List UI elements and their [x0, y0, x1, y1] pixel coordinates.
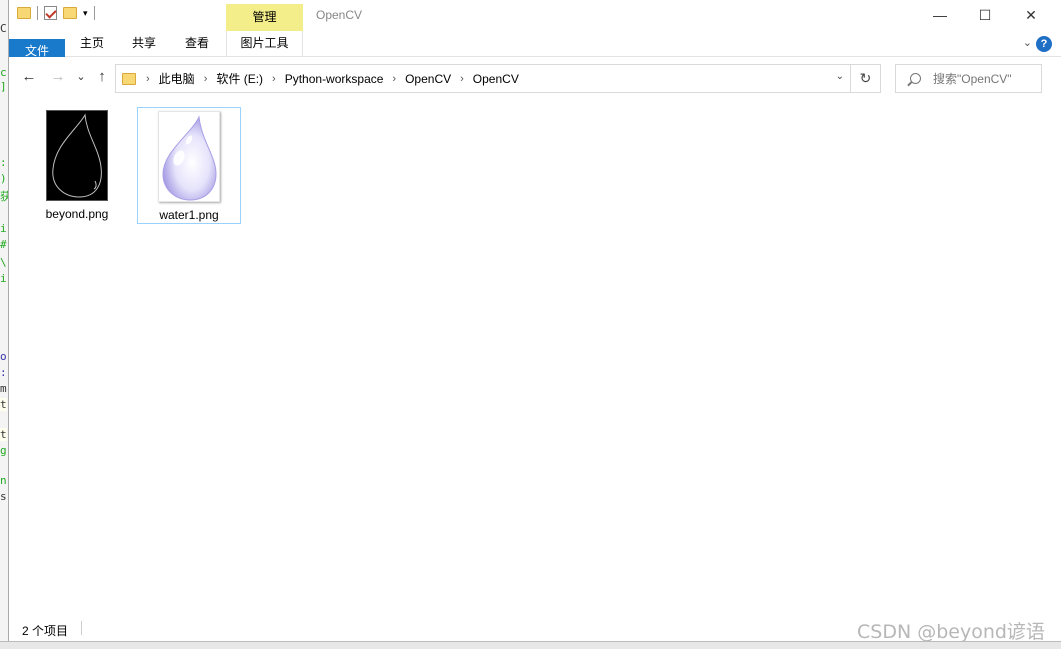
search-placeholder: 搜索"OpenCV"	[933, 72, 1012, 86]
image-thumbnail	[158, 111, 220, 202]
refresh-button[interactable]: ↻	[851, 64, 881, 93]
maximize-button[interactable]: ☐	[962, 4, 1008, 28]
item-count: 2 个项目	[22, 624, 69, 638]
file-list-area[interactable]: beyond.png water1.png	[9, 99, 1061, 612]
search-box[interactable]: 搜索"OpenCV"	[895, 64, 1042, 93]
watermark: CSDN @beyond谚语	[857, 621, 1045, 643]
toolbar-divider	[93, 6, 95, 20]
status-divider	[81, 621, 82, 635]
folder-icon	[122, 72, 136, 85]
breadcrumb-python-workspace[interactable]: Python-workspace	[285, 72, 384, 86]
tab-home[interactable]: 主页	[69, 31, 115, 56]
file-item-water1[interactable]: water1.png	[137, 107, 241, 224]
title-bar: ▾ 管理 OpenCV — ☐ ✕	[9, 0, 1061, 32]
breadcrumb-drive-e[interactable]: 软件 (E:)	[216, 70, 263, 87]
address-history-dropdown-icon[interactable]: ⌄	[836, 71, 844, 82]
chevron-right-icon[interactable]: ›	[272, 73, 276, 85]
navigation-bar: ← → ⌄ ↑ › 此电脑 › 软件 (E:) › Python-workspa…	[9, 57, 1061, 99]
ribbon-tabs: 文件 主页 共享 查看 图片工具 ⌄ ?	[9, 31, 1061, 156]
up-button[interactable]: ↑	[92, 67, 112, 87]
quick-access-toolbar: ▾	[17, 6, 95, 20]
file-name: water1.png	[159, 208, 219, 222]
breadcrumb: › 此电脑 › 软件 (E:) › Python-workspace › Ope…	[146, 70, 519, 87]
chevron-right-icon[interactable]: ›	[204, 73, 208, 85]
new-folder-icon[interactable]	[63, 7, 77, 19]
breadcrumb-opencv[interactable]: OpenCV	[405, 72, 451, 86]
background-taskbar-strip	[0, 641, 1061, 649]
chevron-right-icon[interactable]: ›	[460, 73, 464, 85]
search-icon	[910, 73, 921, 84]
file-explorer-window: ▾ 管理 OpenCV — ☐ ✕ 文件 主页 共享 查看 图片工具 ⌄ ? ←…	[8, 0, 1061, 641]
recent-locations-button[interactable]: ⌄	[71, 67, 91, 87]
help-icon[interactable]: ?	[1036, 36, 1052, 52]
image-thumbnail	[46, 110, 108, 201]
properties-icon[interactable]	[44, 6, 57, 20]
breadcrumb-this-pc[interactable]: 此电脑	[159, 70, 195, 87]
address-bar[interactable]: › 此电脑 › 软件 (E:) › Python-workspace › Ope…	[115, 64, 851, 93]
back-button[interactable]: ←	[19, 67, 39, 87]
tab-share[interactable]: 共享	[121, 31, 167, 56]
minimize-button[interactable]: —	[917, 4, 963, 28]
background-window-strip: C c ] : ) 获 i # \ i o : m t t g n s	[0, 0, 8, 649]
breadcrumb-opencv-current[interactable]: OpenCV	[473, 72, 519, 86]
window-title: OpenCV	[316, 8, 363, 22]
toolbar-divider	[37, 6, 38, 20]
chevron-right-icon[interactable]: ›	[146, 73, 150, 85]
forward-button[interactable]: →	[48, 67, 68, 87]
tab-picture-tools[interactable]: 图片工具	[226, 31, 303, 56]
file-item-beyond[interactable]: beyond.png	[25, 107, 129, 224]
customize-toolbar-dropdown-icon[interactable]: ▾	[83, 8, 88, 19]
file-name: beyond.png	[45, 207, 109, 221]
manage-context-tab[interactable]: 管理	[226, 4, 303, 32]
tab-view[interactable]: 查看	[174, 31, 220, 56]
folder-icon[interactable]	[17, 7, 31, 19]
expand-ribbon-icon[interactable]: ⌄	[1023, 36, 1032, 49]
close-button[interactable]: ✕	[1008, 4, 1054, 28]
chevron-right-icon[interactable]: ›	[392, 73, 396, 85]
